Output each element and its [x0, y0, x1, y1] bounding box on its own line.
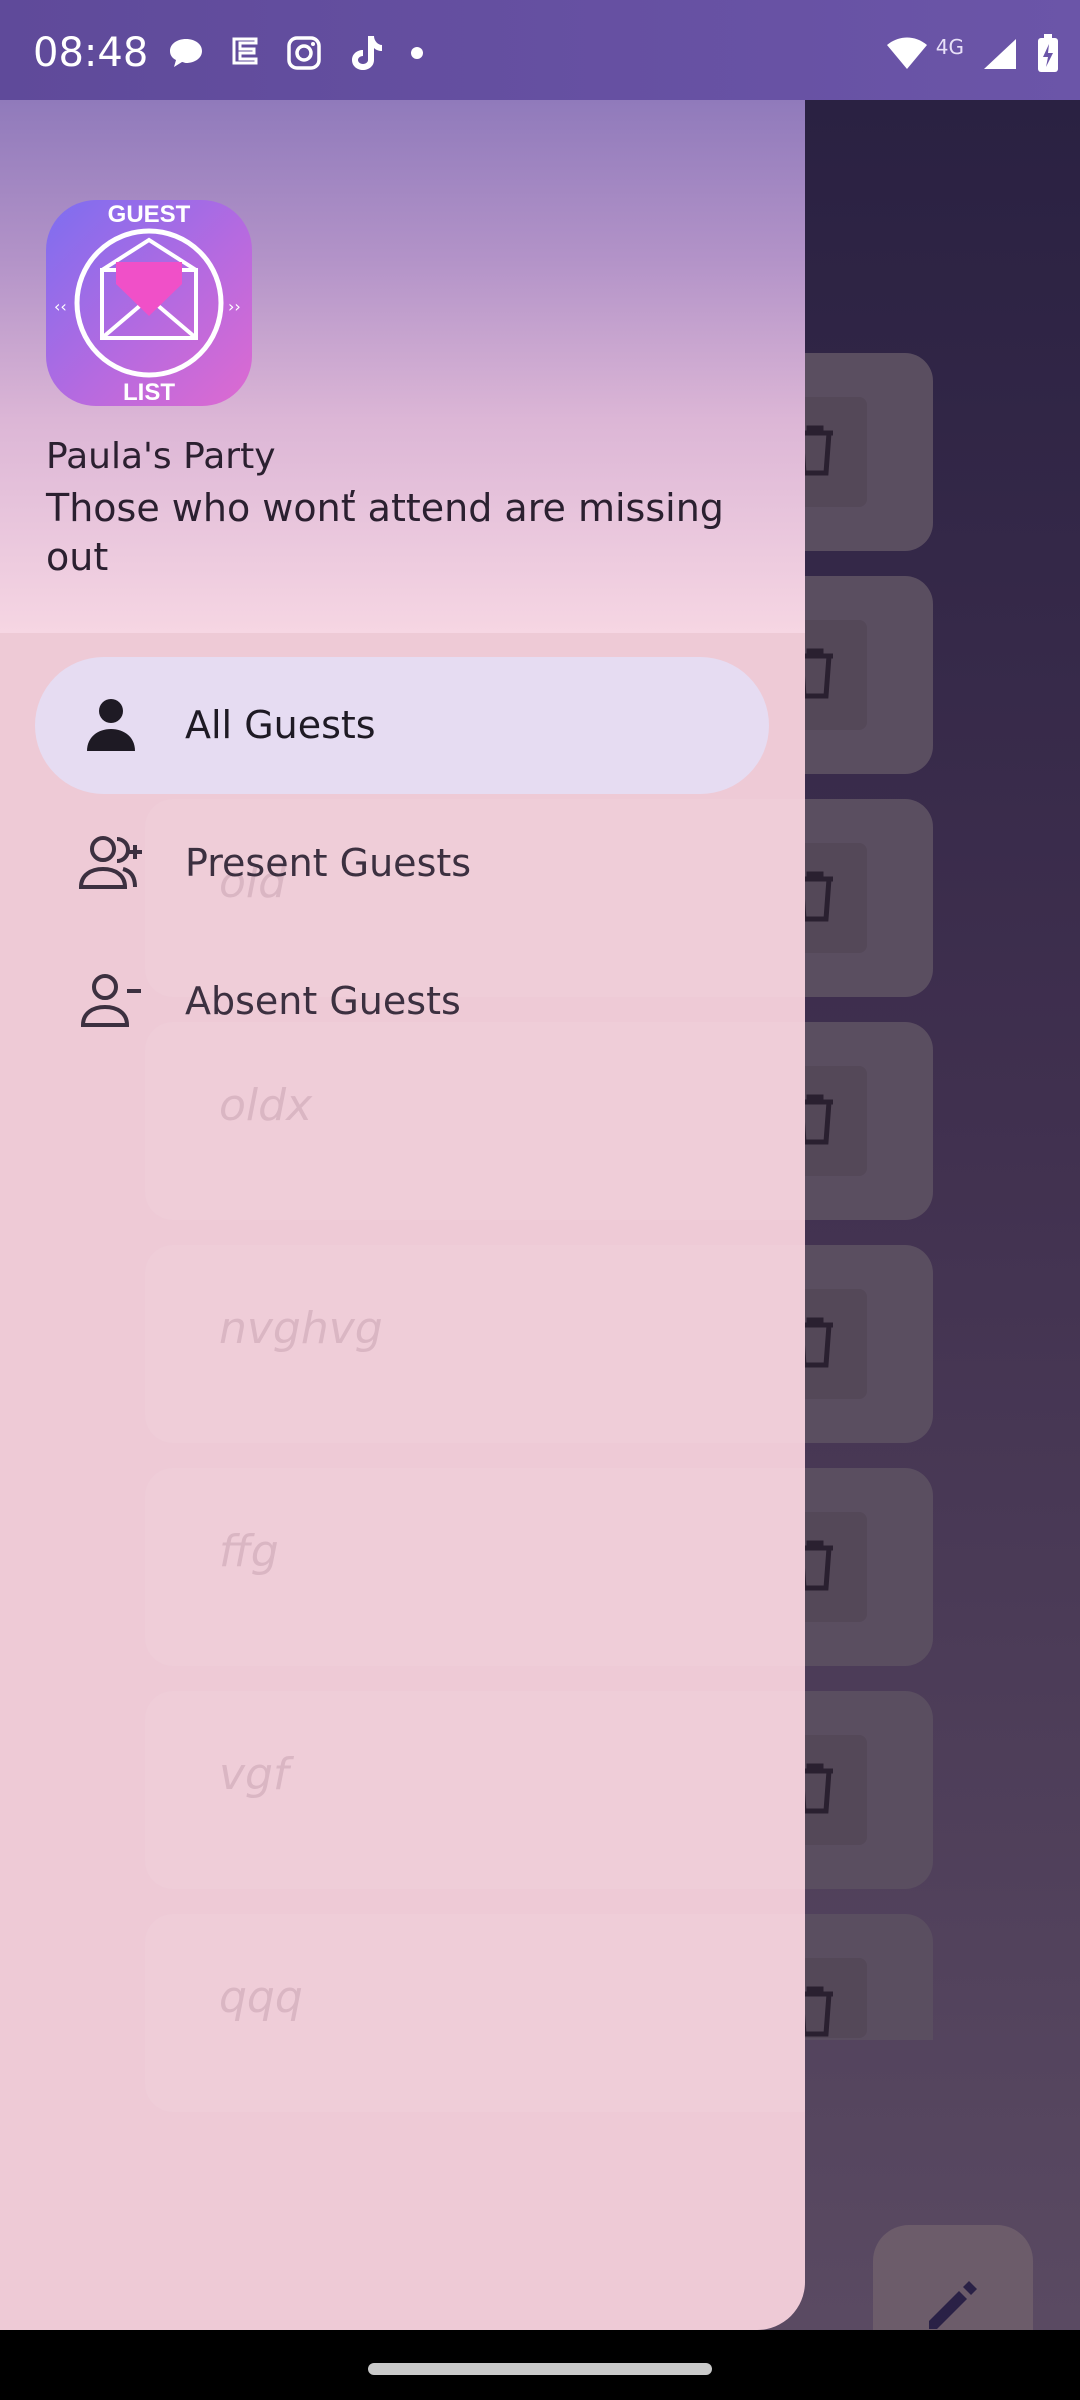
person-add-icon — [79, 836, 142, 889]
person-remove-icon — [80, 974, 141, 1027]
app-logo: GUEST LIST ‹‹ ›› — [46, 200, 252, 406]
ghost-guest-card: nvghvg — [145, 1245, 805, 1443]
ghost-guest-card: ffg — [145, 1468, 805, 1666]
ghost-guest-name: oldx — [219, 1080, 313, 1131]
message-bubble-icon — [170, 39, 202, 67]
pencil-icon — [929, 2281, 977, 2329]
ghost-guest-name: nvghvg — [219, 1303, 383, 1354]
ghost-guest-card: qqq — [145, 1914, 805, 2112]
notification-icons — [168, 34, 424, 72]
svg-text:‹‹: ‹‹ — [54, 297, 67, 316]
instagram-icon — [287, 36, 321, 70]
navigation-drawer: GUEST LIST ‹‹ ›› Paula's Party Those who… — [0, 100, 805, 2330]
drawer-header: GUEST LIST ‹‹ ›› Paula's Party Those who… — [0, 100, 805, 633]
network-type: 4G — [935, 35, 964, 59]
dot-icon — [411, 47, 423, 59]
drawer-title: Paula's Party — [46, 436, 276, 477]
logo-bottom-text: LIST — [123, 379, 175, 406]
logo-top-text: GUEST — [108, 201, 191, 228]
drawer-item-absent-guests[interactable]: Absent Guests — [35, 933, 769, 1070]
system-icons: 4G — [886, 34, 1060, 74]
drawer-item-label: All Guests — [185, 703, 376, 747]
ghost-guest-card: vgf — [145, 1691, 805, 1889]
tiktok-icon — [352, 36, 382, 70]
person-icon — [87, 699, 135, 751]
battery-charging-icon — [1038, 34, 1058, 72]
drawer-item-all-guests[interactable]: All Guests — [35, 657, 769, 794]
home-gesture-handle[interactable] — [368, 2363, 712, 2375]
drawer-item-present-guests[interactable]: Present Guests — [35, 795, 769, 932]
ghost-guest-name: vgf — [219, 1749, 289, 1800]
drawer-item-label: Present Guests — [185, 841, 472, 885]
ghost-guest-name: qqq — [219, 1972, 303, 2023]
mask-icon — [232, 37, 258, 65]
status-time: 08:48 — [33, 30, 149, 76]
drawer-item-label: Absent Guests — [185, 979, 461, 1023]
svg-text:››: ›› — [228, 297, 241, 316]
signal-icon — [984, 39, 1016, 69]
ghost-guest-name: ffg — [219, 1526, 279, 1577]
drawer-subtitle: Those who wonť attend are missing out — [46, 486, 724, 579]
status-bar: 08:48 4G — [0, 0, 1080, 100]
wifi-icon — [886, 37, 927, 69]
